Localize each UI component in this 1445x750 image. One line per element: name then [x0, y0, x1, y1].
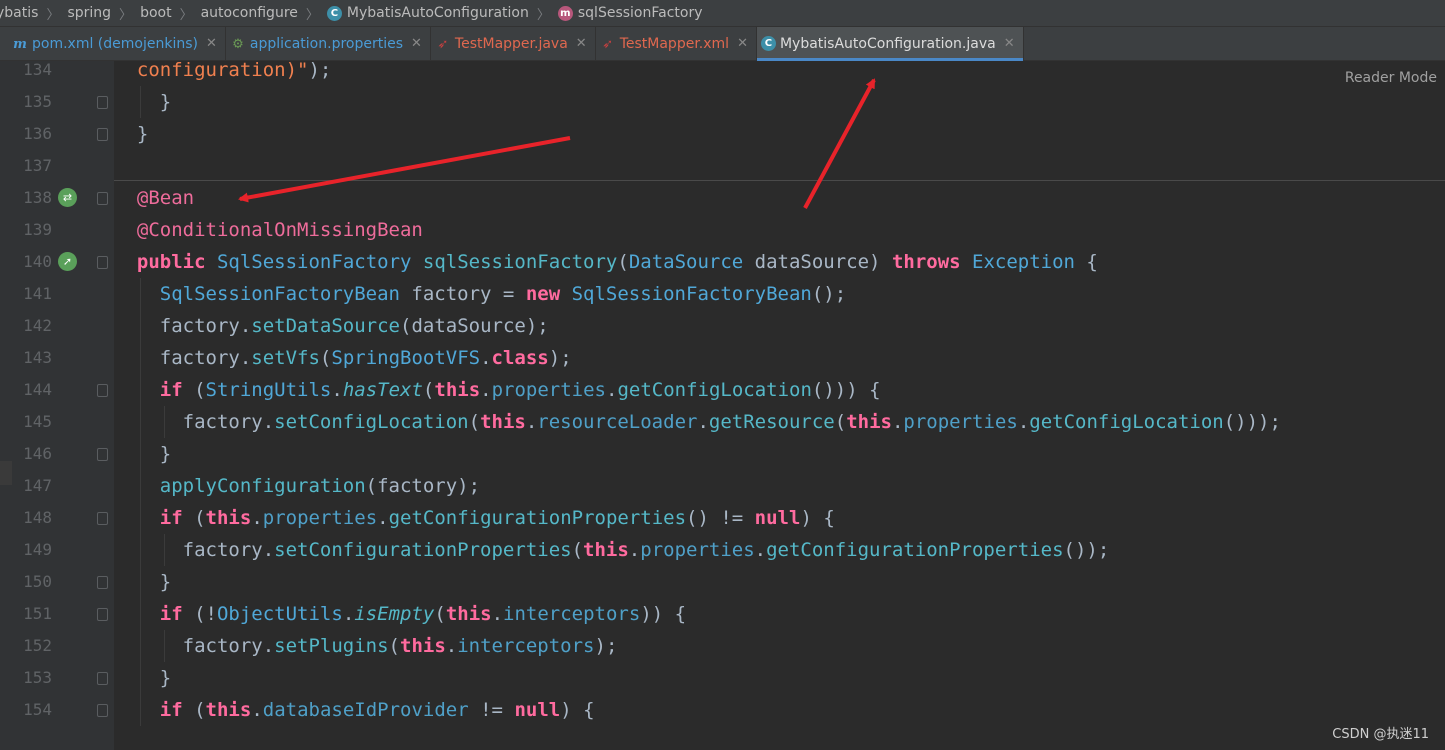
arrow-to-bean-annotation [238, 136, 571, 203]
arrow-to-active-tab [803, 78, 876, 209]
annotation-arrows [238, 78, 876, 209]
